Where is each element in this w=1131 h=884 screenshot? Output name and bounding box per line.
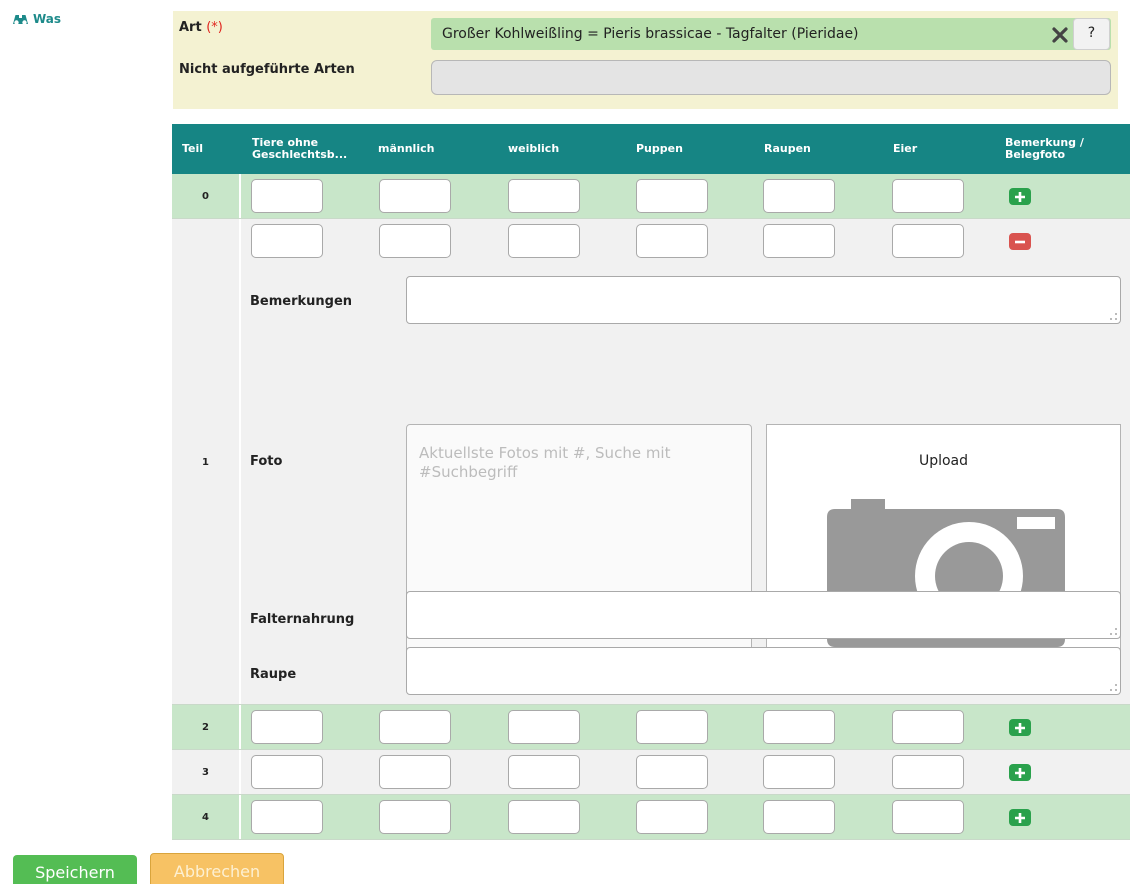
header-tiere-ohne-geschlecht: Tiere ohne Geschlechtsb... xyxy=(252,136,348,161)
input-tiere-ohne-geschlecht[interactable] xyxy=(251,800,323,834)
plus-icon xyxy=(1015,812,1025,823)
input-puppen[interactable] xyxy=(636,755,708,789)
unlisted-species-input[interactable] xyxy=(431,60,1111,95)
plus-icon xyxy=(1015,767,1025,778)
table-row: 3 xyxy=(172,750,1130,795)
input-tiere-ohne-geschlecht[interactable] xyxy=(251,179,323,213)
required-marker: (*) xyxy=(206,20,223,35)
falternahrung-label: Falternahrung xyxy=(250,612,355,627)
resize-grip-icon[interactable] xyxy=(1110,313,1117,320)
close-icon[interactable] xyxy=(1050,25,1070,45)
add-row-button[interactable] xyxy=(1009,188,1031,205)
input-maennlich[interactable] xyxy=(379,755,451,789)
save-button[interactable]: Speichern xyxy=(13,855,137,884)
input-puppen[interactable] xyxy=(636,179,708,213)
row-number: 3 xyxy=(202,767,209,778)
input-tiere-ohne-geschlecht[interactable] xyxy=(251,710,323,744)
input-maennlich[interactable] xyxy=(379,800,451,834)
row-number: 4 xyxy=(202,812,209,823)
input-eier[interactable] xyxy=(892,710,964,744)
art-label: Art (*) xyxy=(179,20,223,35)
species-panel: Art (*) Großer Kohlweißling = Pieris bra… xyxy=(173,11,1118,109)
input-weiblich[interactable] xyxy=(508,710,580,744)
input-eier[interactable] xyxy=(892,755,964,789)
input-puppen[interactable] xyxy=(636,224,708,258)
input-eier[interactable] xyxy=(892,800,964,834)
input-raupen[interactable] xyxy=(763,224,835,258)
table-row: 0 xyxy=(172,174,1130,219)
input-weiblich[interactable] xyxy=(508,179,580,213)
input-raupen[interactable] xyxy=(763,179,835,213)
upload-label: Upload xyxy=(918,453,969,469)
input-weiblich[interactable] xyxy=(508,224,580,258)
input-raupen[interactable] xyxy=(763,800,835,834)
row-number: 1 xyxy=(202,456,209,468)
table-header: Teil Tiere ohne Geschlechtsb... männlich… xyxy=(172,124,1130,174)
binoculars-icon xyxy=(13,14,28,25)
remove-row-button[interactable] xyxy=(1009,233,1031,250)
table-row-expanded: 1 Bemerkungen Foto Aktuellste Fotos mit … xyxy=(172,219,1130,705)
falternahrung-textarea[interactable] xyxy=(406,591,1121,639)
unlisted-species-label: Nicht aufgeführte Arten xyxy=(179,62,355,77)
input-weiblich[interactable] xyxy=(508,800,580,834)
header-bemerkung-belegfoto: Bemerkung / Belegfoto xyxy=(1005,136,1084,161)
input-puppen[interactable] xyxy=(636,710,708,744)
bemerkungen-label: Bemerkungen xyxy=(250,294,353,309)
section-was[interactable]: Was xyxy=(12,12,61,26)
species-select[interactable]: Großer Kohlweißling = Pieris brassicae -… xyxy=(431,18,1111,50)
input-weiblich[interactable] xyxy=(508,755,580,789)
cancel-button[interactable]: Abbrechen xyxy=(150,853,284,884)
table-row: 4 xyxy=(172,795,1130,840)
add-row-button[interactable] xyxy=(1009,719,1031,736)
input-tiere-ohne-geschlecht[interactable] xyxy=(251,224,323,258)
header-teil: Teil xyxy=(182,142,204,155)
add-row-button[interactable] xyxy=(1009,764,1031,781)
input-maennlich[interactable] xyxy=(379,710,451,744)
bemerkungen-textarea[interactable] xyxy=(406,276,1121,324)
input-puppen[interactable] xyxy=(636,800,708,834)
row-number: 2 xyxy=(202,722,209,733)
resize-grip-icon[interactable] xyxy=(1110,628,1117,635)
resize-grip-icon[interactable] xyxy=(1110,684,1117,691)
input-maennlich[interactable] xyxy=(379,224,451,258)
plus-icon xyxy=(1015,722,1025,733)
header-raupen: Raupen xyxy=(764,142,811,155)
raupe-textarea[interactable] xyxy=(406,647,1121,695)
input-eier[interactable] xyxy=(892,179,964,213)
input-raupen[interactable] xyxy=(763,755,835,789)
input-raupen[interactable] xyxy=(763,710,835,744)
header-maennlich: männlich xyxy=(378,142,435,155)
raupe-label: Raupe xyxy=(250,667,297,682)
input-maennlich[interactable] xyxy=(379,179,451,213)
minus-icon xyxy=(1015,240,1025,243)
plus-icon xyxy=(1015,191,1025,202)
header-weiblich: weiblich xyxy=(508,142,560,155)
input-tiere-ohne-geschlecht[interactable] xyxy=(251,755,323,789)
help-button[interactable]: ? xyxy=(1073,18,1110,50)
input-eier[interactable] xyxy=(892,224,964,258)
foto-label: Foto xyxy=(250,454,283,469)
table-row: 2 xyxy=(172,705,1130,750)
header-puppen: Puppen xyxy=(636,142,683,155)
count-table: Teil Tiere ohne Geschlechtsb... männlich… xyxy=(172,124,1130,842)
add-row-button[interactable] xyxy=(1009,809,1031,826)
section-title: Was xyxy=(33,12,62,26)
header-eier: Eier xyxy=(893,142,918,155)
species-selected-value: Großer Kohlweißling = Pieris brassicae -… xyxy=(442,26,859,42)
row-number: 0 xyxy=(202,191,209,202)
